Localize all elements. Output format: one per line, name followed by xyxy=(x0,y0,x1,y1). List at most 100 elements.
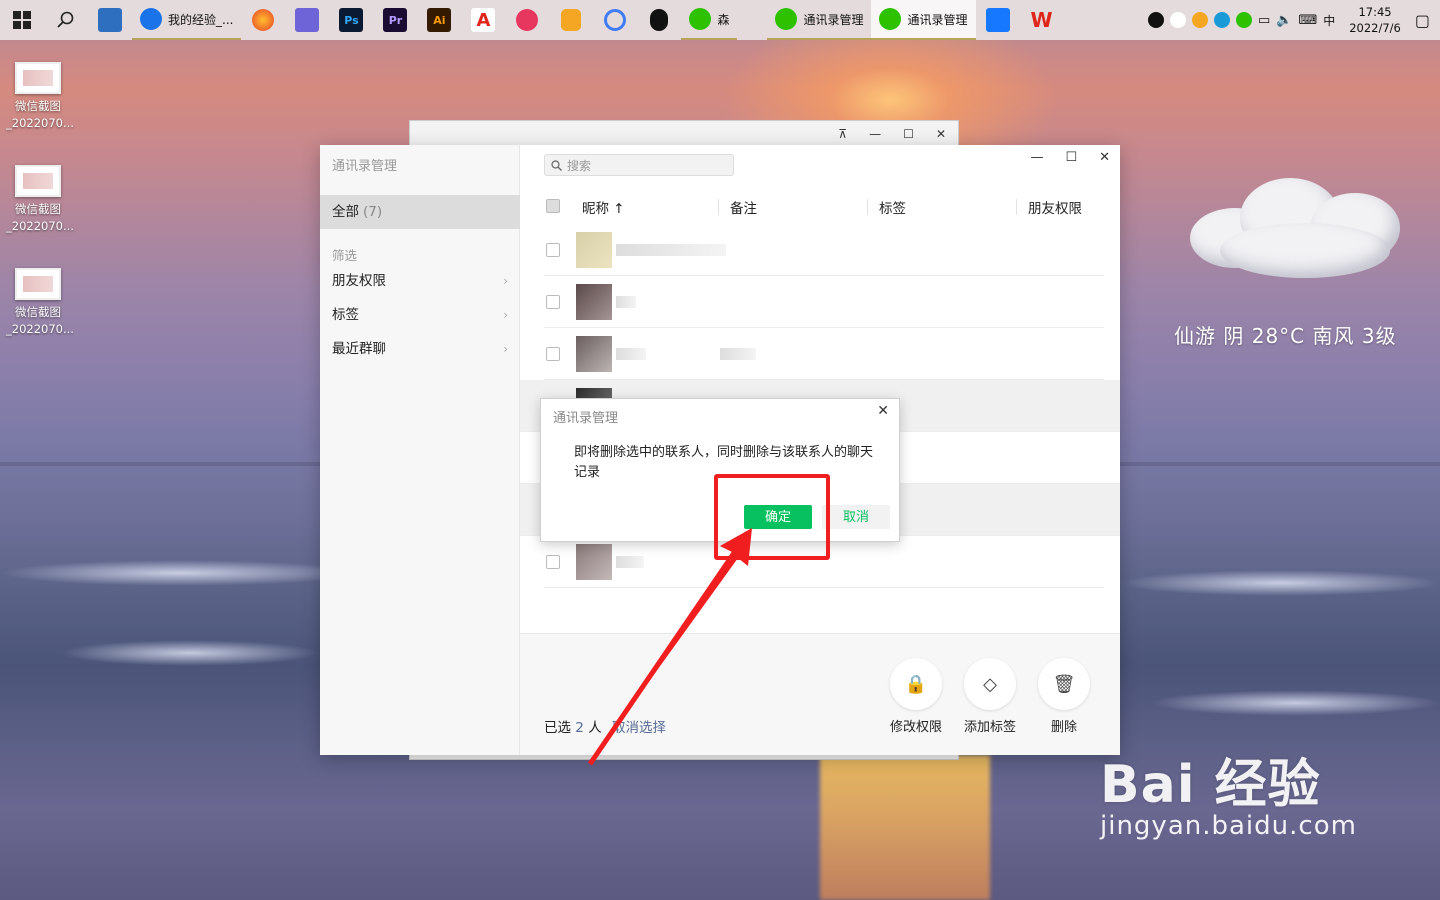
taskbar: 我的经验_... Ps Pr Ai A 森 通讯录管理 通讯录管理 W ▭ 🔈 … xyxy=(0,0,1440,40)
qq-tray-icon[interactable] xyxy=(1147,12,1164,28)
firefox-icon xyxy=(252,9,275,31)
desktop-icon-screenshot[interactable]: 微信截图 _2022070... xyxy=(6,62,74,132)
dialog-title: 通讯录管理 xyxy=(553,411,619,426)
sidebar-item-label: 全部 xyxy=(332,204,359,220)
qq-icon xyxy=(650,9,669,31)
column-tag[interactable]: 标签 xyxy=(867,193,906,221)
contact-name-redacted xyxy=(616,556,644,568)
volume-icon[interactable]: 🔈 xyxy=(1276,13,1292,28)
taskbar-app-label: 通讯录管理 xyxy=(907,12,968,27)
column-permission[interactable]: 朋友权限 xyxy=(1016,193,1082,221)
sidebar-item-count: (7) xyxy=(363,204,383,220)
wps-button[interactable]: W xyxy=(1020,0,1064,40)
image-file-icon xyxy=(15,165,61,197)
selected-count-text: 已选 2 人 取消选择 xyxy=(544,716,666,736)
start-button[interactable] xyxy=(0,0,44,40)
table-row[interactable] xyxy=(544,276,1104,328)
annotation-highlight-box xyxy=(714,474,830,560)
row-checkbox[interactable] xyxy=(546,347,560,361)
acrobat-button[interactable]: A xyxy=(461,0,505,40)
search-icon xyxy=(57,11,74,28)
pin-icon[interactable]: ⊼ xyxy=(838,127,847,141)
wallpaper-wave xyxy=(1150,690,1440,716)
contact-name-redacted xyxy=(616,348,646,360)
app-button[interactable] xyxy=(285,0,329,40)
cloud-icon xyxy=(1180,168,1430,288)
taskbar-app-wechat[interactable]: 森 xyxy=(681,0,738,40)
sidebar-item-permissions[interactable]: 朋友权限 › xyxy=(320,266,520,296)
firefox-button[interactable] xyxy=(241,0,285,40)
app-button[interactable] xyxy=(549,0,593,40)
app-button[interactable] xyxy=(976,0,1020,40)
filter-label: 筛选 xyxy=(332,248,358,263)
wechat-tray-icon[interactable] xyxy=(1235,12,1252,28)
row-checkbox[interactable] xyxy=(546,243,560,257)
illustrator-button[interactable]: Ai xyxy=(417,0,461,40)
taskbar-app-contacts[interactable]: 通讯录管理 xyxy=(767,0,872,40)
taskbar-app-contacts-active[interactable]: 通讯录管理 xyxy=(871,0,976,40)
modify-permission-button[interactable]: 🔒 修改权限 xyxy=(886,658,946,735)
table-row[interactable] xyxy=(544,224,1104,276)
close-icon[interactable]: ✕ xyxy=(877,403,889,419)
taskbar-app-edge[interactable]: 我的经验_... xyxy=(132,0,242,40)
ime-indicator[interactable]: 中 xyxy=(1323,12,1335,29)
wallpaper-wave xyxy=(0,560,360,586)
photoshop-button[interactable]: Ps xyxy=(329,0,373,40)
row-checkbox[interactable] xyxy=(546,295,560,309)
maximize-icon[interactable]: ☐ xyxy=(903,127,914,141)
contact-remark-redacted xyxy=(720,348,756,360)
delete-button[interactable]: 🗑 删除 xyxy=(1034,658,1094,735)
action-label: 添加标签 xyxy=(963,720,1016,735)
window-controls: — ☐ ✕ xyxy=(1030,150,1110,165)
column-remark[interactable]: 备注 xyxy=(718,193,757,221)
wechat-icon xyxy=(879,8,902,30)
clock[interactable]: 17:45 2022/7/6 xyxy=(1349,4,1401,36)
lightning-tray-icon[interactable] xyxy=(1191,12,1208,28)
window-title: 通讯录管理 xyxy=(332,159,398,174)
store-button[interactable] xyxy=(88,0,132,40)
cube-icon xyxy=(295,8,320,32)
edge-tray-icon[interactable] xyxy=(1213,12,1230,28)
sidebar-item-tags[interactable]: 标签 › xyxy=(320,300,520,330)
lightning-icon xyxy=(561,9,582,31)
desktop-icon-screenshot[interactable]: 微信截图 _2022070... xyxy=(6,268,74,338)
desktop-icon-label: 微信截图 xyxy=(15,99,61,113)
cloud-tray-icon[interactable] xyxy=(1169,12,1186,28)
wallpaper-wave xyxy=(60,640,320,666)
close-icon[interactable]: ✕ xyxy=(936,127,946,141)
search-input[interactable]: 搜索 xyxy=(544,154,734,176)
desktop-icon-screenshot[interactable]: 微信截图 _2022070... xyxy=(6,165,74,235)
illustrator-icon: Ai xyxy=(427,8,452,32)
cancel-selection-link[interactable]: 取消选择 xyxy=(612,720,666,736)
app-button[interactable] xyxy=(593,0,637,40)
select-all-checkbox[interactable] xyxy=(546,199,560,213)
app-button[interactable] xyxy=(505,0,549,40)
column-nickname[interactable]: 昵称 ↑ xyxy=(570,193,625,221)
search-placeholder: 搜索 xyxy=(567,158,592,173)
add-tag-button[interactable]: ◇ 添加标签 xyxy=(960,658,1020,735)
sidebar: 通讯录管理 全部 (7) 筛选 朋友权限 › 标签 › 最近群聊 › xyxy=(320,145,520,755)
sidebar-item-recent-groups[interactable]: 最近群聊 › xyxy=(320,334,520,364)
contact-name-redacted xyxy=(616,244,726,256)
network-icon[interactable]: ▭ xyxy=(1258,13,1270,28)
sidebar-item-all[interactable]: 全部 (7) xyxy=(320,195,520,229)
table-row[interactable] xyxy=(544,328,1104,380)
system-tray: ▭ 🔈 ⌨ 中 17:45 2022/7/6 ▢ xyxy=(1147,0,1440,40)
browser-icon xyxy=(516,9,539,31)
search-button[interactable] xyxy=(44,0,88,40)
notification-icon[interactable]: ▢ xyxy=(1415,11,1430,30)
premiere-button[interactable]: Pr xyxy=(373,0,417,40)
close-icon[interactable]: ✕ xyxy=(1099,150,1110,165)
clock-time: 17:45 xyxy=(1358,5,1392,19)
row-checkbox[interactable] xyxy=(546,555,560,569)
maximize-icon[interactable]: ☐ xyxy=(1065,150,1077,165)
keyboard-icon[interactable]: ⌨ xyxy=(1298,13,1317,28)
minimize-icon[interactable]: — xyxy=(1030,150,1043,165)
tag-icon: ◇ xyxy=(964,658,1016,710)
qq-button[interactable] xyxy=(637,0,681,40)
column-label: 昵称 ↑ xyxy=(582,201,625,217)
acrobat-icon: A xyxy=(471,8,496,32)
cancel-button[interactable]: 取消 xyxy=(822,505,890,529)
avatar xyxy=(576,232,612,268)
minimize-icon[interactable]: — xyxy=(869,127,881,141)
